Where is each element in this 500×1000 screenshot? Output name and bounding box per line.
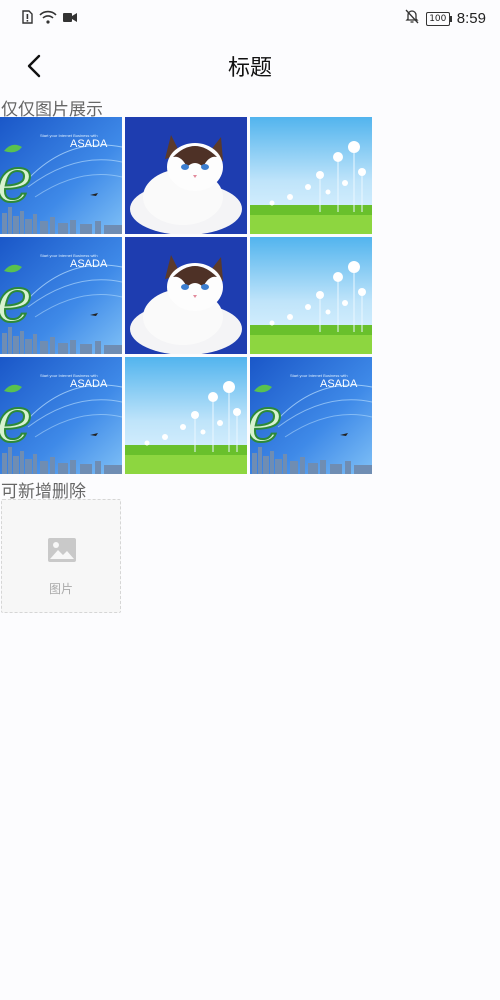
banner-brand-text: ASADA (320, 378, 358, 390)
svg-text:e: e (0, 263, 33, 336)
image-thumbnail[interactable]: e ASADA Start your Internet Business wit… (0, 237, 122, 354)
svg-text:e: e (250, 383, 283, 456)
banner-brand-text: ASADA (70, 378, 108, 390)
image-thumbnail[interactable]: e ASADA Start your Internet Business wit… (0, 117, 122, 234)
status-time: 8:59 (456, 10, 486, 27)
svg-text:e: e (0, 383, 33, 456)
bell-off-icon (405, 9, 419, 28)
image-icon (48, 538, 76, 566)
status-bar: 100 8:59 (0, 0, 500, 36)
page-title: 标题 (227, 56, 272, 81)
banner-tagline-text: Start your Internet Business with (290, 373, 348, 378)
svg-text:e: e (0, 143, 33, 216)
banner-brand-text: ASADA (70, 138, 108, 150)
battery-indicator: 100 (425, 11, 452, 26)
image-thumbnail[interactable] (125, 237, 247, 354)
video-icon (63, 11, 77, 27)
nav-bar: 标题 (0, 38, 500, 94)
image-thumbnail[interactable] (125, 117, 247, 234)
add-image-button[interactable]: 图片 (1, 499, 121, 613)
banner-brand-text: ASADA (70, 258, 108, 270)
image-thumbnail[interactable] (250, 117, 372, 234)
banner-tagline-text: Start your Internet Business with (40, 373, 98, 378)
wifi-icon (39, 10, 57, 28)
add-image-label: 图片 (48, 582, 73, 596)
image-thumbnail[interactable] (125, 357, 247, 474)
sim-icon (22, 10, 33, 28)
image-thumbnail[interactable]: e ASADA Start your Internet Business wit… (0, 357, 122, 474)
image-thumbnail[interactable] (250, 237, 372, 354)
image-grid-display: e ASADA Start your Internet Business wit… (0, 117, 372, 474)
banner-tagline-text: Start your Internet Business with (40, 253, 98, 258)
image-thumbnail[interactable]: e ASADA Start your Internet Business wit… (250, 357, 372, 474)
banner-tagline-text: Start your Internet Business with (40, 133, 98, 138)
